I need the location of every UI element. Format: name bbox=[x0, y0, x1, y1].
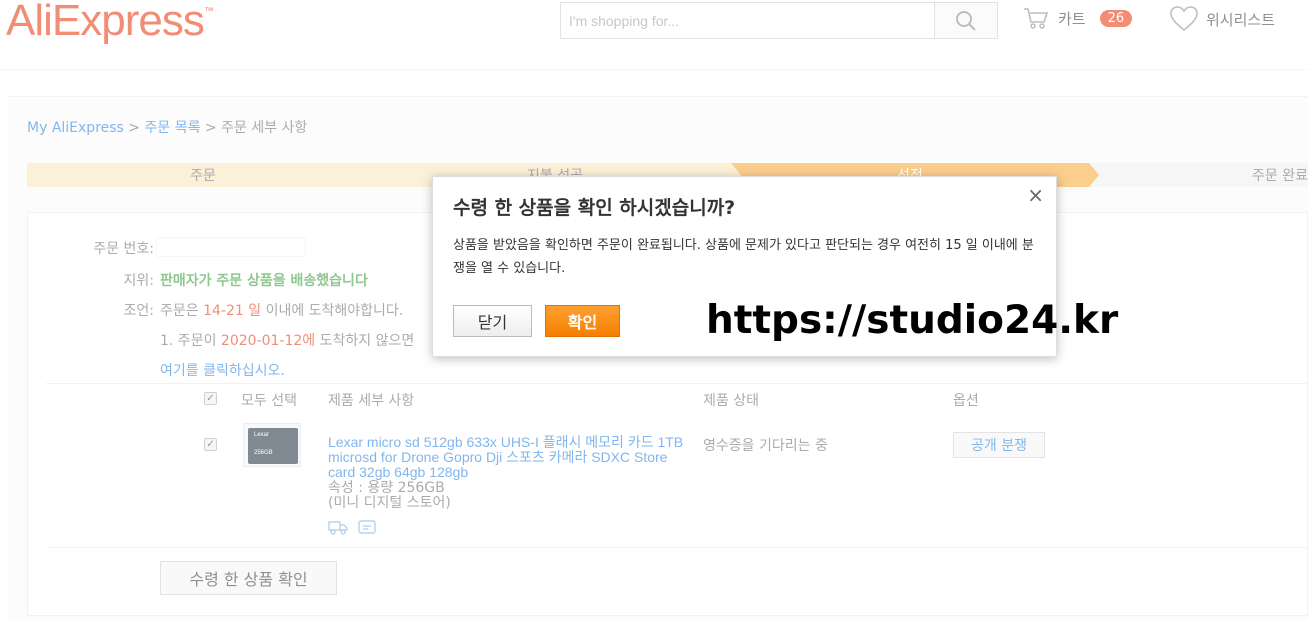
watermark-text: https://studio24.kr bbox=[706, 298, 1119, 343]
dialog-close-button[interactable]: 닫기 bbox=[453, 305, 532, 337]
close-icon[interactable]: × bbox=[1027, 183, 1044, 207]
dialog-confirm-button[interactable]: 확인 bbox=[545, 305, 620, 337]
dialog-body: 상품을 받았음을 확인하면 주문이 완료됩니다. 상품에 문제가 있다고 판단되… bbox=[453, 238, 1034, 276]
dialog-title: 수령 한 상품을 확인 하시겠습니까? bbox=[453, 197, 736, 219]
